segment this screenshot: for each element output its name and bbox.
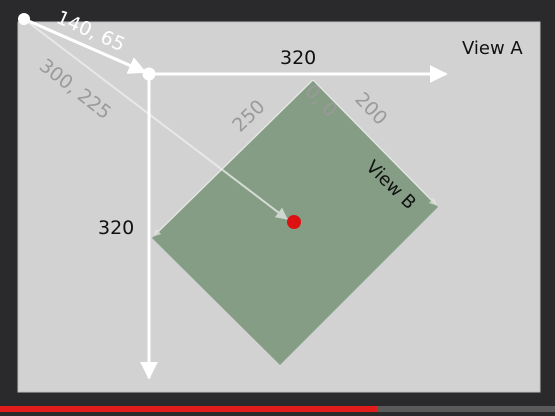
view-a-title: View A bbox=[462, 38, 523, 59]
center-point bbox=[287, 215, 301, 229]
slide: View A 140, 65 300, 225 320 320 250 0, 0… bbox=[0, 0, 555, 412]
video-progress-fill bbox=[0, 406, 378, 412]
origin-point bbox=[18, 13, 30, 25]
video-progress-bar[interactable] bbox=[0, 406, 555, 412]
view-a-width-label: 320 bbox=[280, 47, 316, 69]
view-a-corner-point bbox=[142, 67, 156, 81]
view-a-height-label: 320 bbox=[98, 217, 134, 239]
diagram: View A 140, 65 300, 225 320 320 250 0, 0… bbox=[17, 6, 541, 393]
